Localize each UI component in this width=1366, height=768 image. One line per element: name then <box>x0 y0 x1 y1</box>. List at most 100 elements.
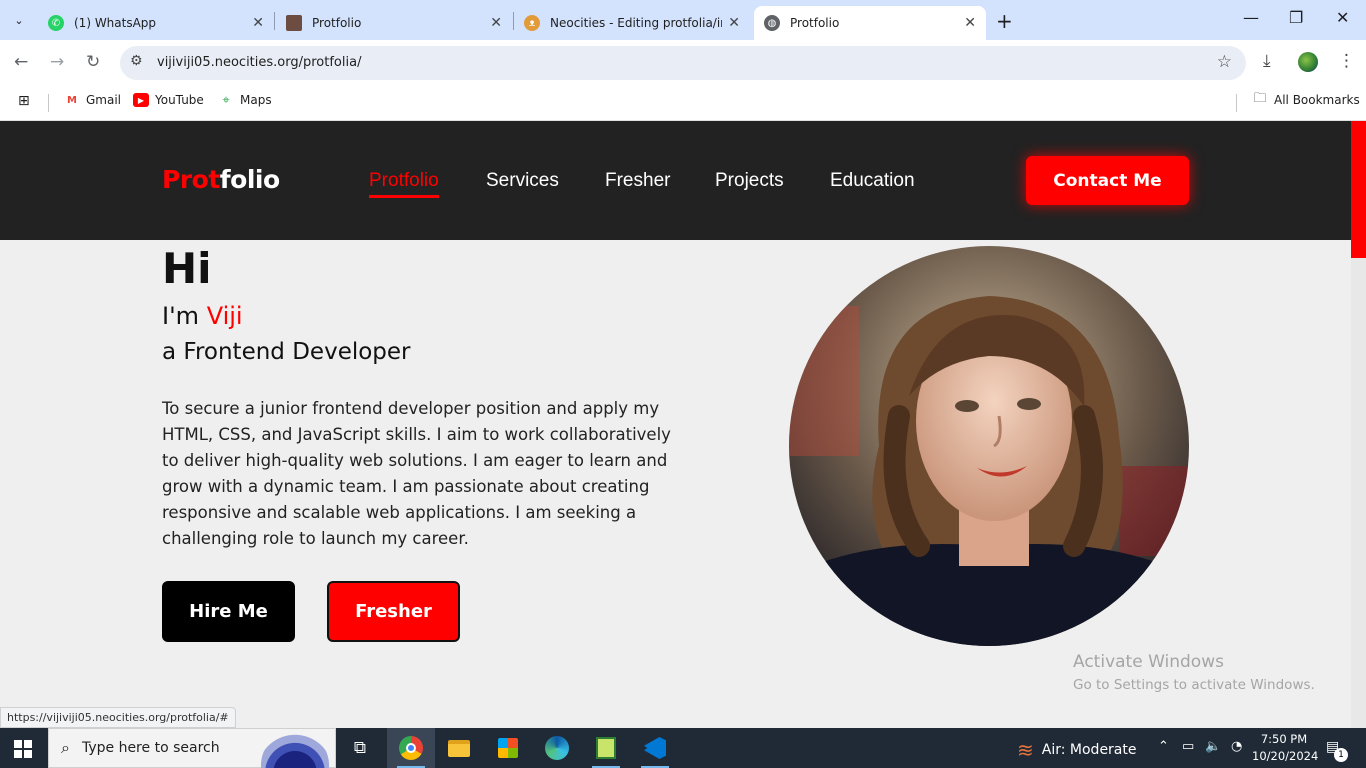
profile-avatar[interactable] <box>1298 52 1318 72</box>
nav-link-protfolio[interactable]: Protfolio <box>369 170 439 198</box>
site-header: Protfolio Protfolio Services Fresher Pro… <box>0 121 1351 240</box>
vscode-icon[interactable] <box>631 728 679 768</box>
close-icon[interactable]: ✕ <box>252 15 264 31</box>
url-text[interactable]: vijiviji05.neocities.org/protfolia/ <box>157 55 361 70</box>
logo-part-red: Prot <box>162 165 220 194</box>
hire-me-button[interactable]: Hire Me <box>162 581 295 642</box>
browser-toolbar: ← → ↻ ⚙ vijiviji05.neocities.org/protfol… <box>0 40 1366 86</box>
bookmarks-bar: ⊞ M Gmail ▶ YouTube ⌖ Maps 🗀 All Bookmar… <box>0 86 1366 121</box>
intro-name: Viji <box>206 302 243 330</box>
scrollbar-thumb[interactable] <box>1351 121 1366 258</box>
fresher-button[interactable]: Fresher <box>327 581 460 642</box>
tab-title: Protfolio <box>312 16 362 30</box>
bookmark-divider <box>1236 94 1237 112</box>
contact-me-button[interactable]: Contact Me <box>1026 156 1189 205</box>
reload-icon[interactable]: ↻ <box>86 52 100 72</box>
apps-grid-icon[interactable]: ⊞ <box>18 93 30 109</box>
bookmark-gmail[interactable]: M Gmail <box>64 93 121 107</box>
clock-date: 10/20/2024 <box>1252 749 1319 763</box>
portrait-illustration <box>789 246 1189 646</box>
tab-protfolio[interactable]: Protfolio ✕ <box>276 6 512 40</box>
bookmark-divider <box>48 94 49 112</box>
window-close-icon[interactable]: ✕ <box>1336 8 1349 27</box>
folder-icon: 🗀 <box>1253 91 1267 106</box>
logo-part-white: folio <box>219 165 280 194</box>
activate-windows-subtitle: Go to Settings to activate Windows. <box>1073 677 1315 693</box>
weather-label: Air: Moderate <box>1041 742 1137 758</box>
page-viewport: Protfolio Protfolio Services Fresher Pro… <box>0 121 1351 728</box>
minimize-icon[interactable]: — <box>1243 8 1259 27</box>
tab-divider <box>274 12 275 30</box>
maps-icon: ⌖ <box>222 92 230 108</box>
tab-whatsapp[interactable]: ✆ (1) WhatsApp ✕ <box>38 6 274 40</box>
bookmark-label: YouTube <box>155 93 204 107</box>
task-view-icon[interactable]: ⧉ <box>336 728 384 768</box>
site-settings-icon[interactable]: ⚙ <box>130 53 143 69</box>
greeting-heading: Hi <box>162 244 212 293</box>
tab-search-chevron-icon[interactable]: ⌄ <box>6 7 32 33</box>
whatsapp-icon: ✆ <box>48 15 64 31</box>
intro-line: I'm Viji <box>162 302 243 330</box>
gmail-icon: M <box>67 94 77 106</box>
page-scrollbar[interactable] <box>1351 121 1366 728</box>
bookmark-star-icon[interactable]: ☆ <box>1217 52 1232 72</box>
status-link-preview: https://vijiviji05.neocities.org/protfol… <box>0 707 236 728</box>
notification-badge: 1 <box>1334 748 1348 762</box>
intro-prefix: I'm <box>162 302 207 330</box>
tab-protfolio-active[interactable]: ◍ Protfolio ✕ <box>754 6 986 40</box>
browser-tab-strip: ⌄ ✆ (1) WhatsApp ✕ Protfolio ✕ ᴥ Neociti… <box>0 0 1366 40</box>
all-bookmarks-label: All Bookmarks <box>1274 93 1360 107</box>
taskbar-clock[interactable]: 7:50 PM 10/20/2024 <box>1252 731 1319 765</box>
store-icon[interactable] <box>484 728 532 768</box>
tab-neocities[interactable]: ᴥ Neocities - Editing protfolia/index ✕ <box>514 6 750 40</box>
volume-icon[interactable]: 🔈 <box>1205 739 1221 754</box>
globe-icon: ◍ <box>764 15 780 31</box>
search-highlight-art <box>261 731 329 768</box>
site-logo[interactable]: Protfolio <box>162 165 280 194</box>
edge-icon[interactable] <box>533 728 581 768</box>
windows-taskbar: ⌕ Type here to search ⧉ ≋ Air: Moderate … <box>0 728 1366 768</box>
new-tab-plus-icon[interactable]: + <box>996 9 1013 33</box>
search-placeholder: Type here to search <box>81 740 220 756</box>
bookmark-maps[interactable]: ⌖ Maps <box>218 92 272 108</box>
nav-link-projects[interactable]: Projects <box>715 170 784 192</box>
forward-arrow-icon[interactable]: → <box>50 52 64 72</box>
wifi-icon[interactable]: ◔ <box>1231 739 1242 754</box>
activate-windows-title: Activate Windows <box>1073 652 1224 672</box>
all-bookmarks[interactable]: 🗀 All Bookmarks <box>1252 91 1360 107</box>
menu-kebab-icon[interactable]: ⋮ <box>1338 51 1355 71</box>
taskbar-search-box[interactable]: ⌕ Type here to search <box>48 728 336 768</box>
clock-time: 7:50 PM <box>1260 732 1308 746</box>
bookmark-youtube[interactable]: ▶ YouTube <box>133 93 204 107</box>
chrome-icon[interactable] <box>387 728 435 768</box>
neocities-cat-icon: ᴥ <box>524 15 540 31</box>
profile-photo <box>789 246 1189 646</box>
battery-icon[interactable]: ▭ <box>1182 739 1194 754</box>
close-icon[interactable]: ✕ <box>490 15 502 31</box>
download-icon[interactable]: ⤓ <box>1263 51 1271 71</box>
notepad-icon[interactable] <box>582 728 630 768</box>
tab-title: Neocities - Editing protfolia/index <box>550 16 722 30</box>
windows-start-icon[interactable] <box>14 740 32 758</box>
portrait-favicon <box>286 15 302 31</box>
nav-link-services[interactable]: Services <box>486 170 559 192</box>
bookmark-label: Gmail <box>86 93 122 107</box>
search-icon: ⌕ <box>61 738 70 757</box>
restore-icon[interactable]: ❐ <box>1289 8 1303 27</box>
tab-title: (1) WhatsApp <box>74 16 157 30</box>
close-icon[interactable]: ✕ <box>964 15 976 31</box>
address-bar[interactable]: ⚙ vijiviji05.neocities.org/protfolia/ ☆ <box>120 46 1246 80</box>
chevron-up-icon[interactable]: ⌃ <box>1158 739 1169 754</box>
weather-widget[interactable]: ≋ Air: Moderate <box>1017 738 1137 762</box>
youtube-icon: ▶ <box>133 93 149 107</box>
tab-title: Protfolio <box>790 16 840 30</box>
bookmark-label: Maps <box>240 93 272 107</box>
file-explorer-icon[interactable] <box>435 728 483 768</box>
nav-link-fresher[interactable]: Fresher <box>605 170 670 192</box>
close-icon[interactable]: ✕ <box>728 15 740 31</box>
bio-paragraph: To secure a junior frontend developer po… <box>162 399 671 548</box>
role-heading: a Frontend Developer <box>162 339 411 365</box>
air-quality-icon: ≋ <box>1017 738 1034 762</box>
back-arrow-icon[interactable]: ← <box>14 52 28 72</box>
nav-link-education[interactable]: Education <box>830 170 915 192</box>
